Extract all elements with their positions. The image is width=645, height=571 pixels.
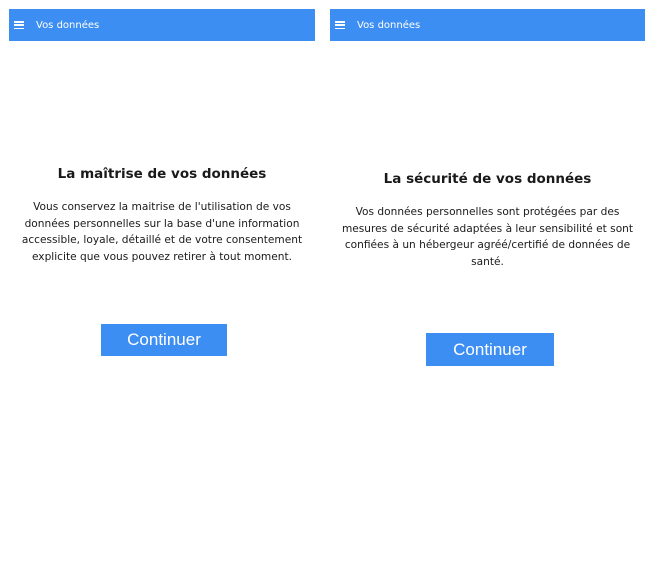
description: Vous conservez la maitrise de l'utilisat… bbox=[9, 199, 315, 265]
onboarding-content: La sécurité de vos données Vos données p… bbox=[330, 171, 645, 270]
page-title: La maîtrise de vos données bbox=[57, 166, 267, 182]
menu-icon[interactable] bbox=[14, 21, 24, 29]
screenshot-stage: Vos données La maîtrise de vos données V… bbox=[0, 0, 645, 571]
menu-icon[interactable] bbox=[335, 21, 345, 29]
description-line: données personnelles sur la base d'une i… bbox=[24, 217, 300, 230]
description-line: Vous conservez la maitrise de l'utilisat… bbox=[33, 201, 291, 213]
app-bar-title: Vos données bbox=[357, 19, 421, 31]
continue-button[interactable]: Continuer bbox=[101, 324, 227, 356]
description-line: mesures de sécurité adaptées à leur sens… bbox=[341, 222, 634, 235]
description-line: accessible, loyale, détaillé et de votre… bbox=[21, 234, 303, 246]
screen-data-control: Vos données La maîtrise de vos données V… bbox=[9, 9, 315, 564]
description-line: confiées à un hébergeur agréé/certifié d… bbox=[344, 239, 631, 251]
screen-data-security: Vos données La sécurité de vos données V… bbox=[330, 9, 645, 564]
app-bar: Vos données bbox=[330, 9, 645, 41]
page-title: La sécurité de vos données bbox=[383, 171, 592, 187]
onboarding-content: La maîtrise de vos données Vous conserve… bbox=[9, 166, 315, 265]
continue-button[interactable]: Continuer bbox=[426, 333, 554, 366]
description-line: santé. bbox=[471, 255, 504, 268]
app-bar: Vos données bbox=[9, 9, 315, 41]
description-line: Vos données personnelles sont protégées … bbox=[355, 206, 620, 218]
description-line: explicite que vous pouvez retirer à tout… bbox=[31, 250, 293, 263]
app-bar-title: Vos données bbox=[36, 19, 100, 31]
description: Vos données personnelles sont protégées … bbox=[330, 204, 645, 270]
